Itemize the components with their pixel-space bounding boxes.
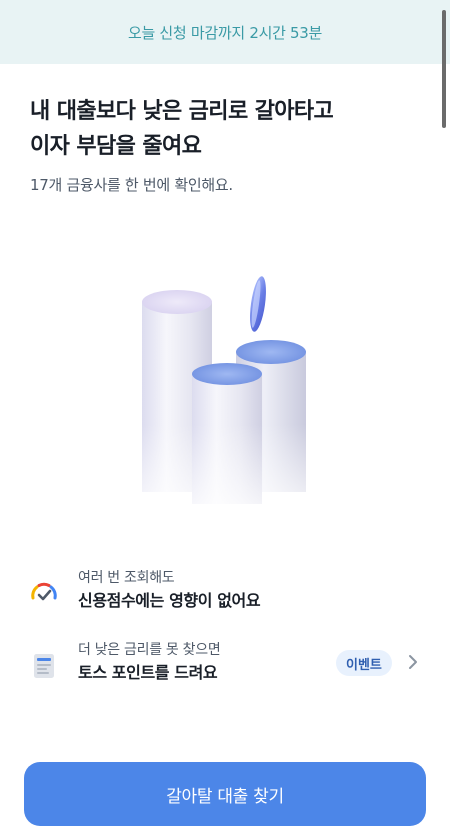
feature-credit-score-text: 여러 번 조회해도 신용점수에는 영향이 없어요 (78, 568, 261, 614)
document-icon (34, 654, 54, 678)
credit-score-gauge-icon (31, 582, 57, 601)
feature-toss-points[interactable]: 더 낮은 금리를 못 찾으면 토스 포인트를 드려요 이벤트 (28, 638, 428, 690)
chevron-right-icon[interactable] (406, 652, 420, 672)
page-title-line2: 이자 부담을 줄여요 (30, 134, 202, 159)
deadline-banner-text: 오늘 신청 마감까지 2시간 53분 (127, 23, 323, 42)
event-badge: 이벤트 (336, 650, 392, 676)
page-title-line1: 내 대출보다 낮은 금리로 갈아타고 (30, 99, 334, 124)
feature-toss-points-main: 토스 포인트를 드려요 (78, 663, 218, 682)
find-loan-button[interactable]: 갈아탈 대출 찾기 (24, 762, 426, 826)
page-subtitle: 17개 금융사를 한 번에 확인해요. (30, 176, 233, 194)
feature-toss-points-text: 더 낮은 금리를 못 찾으면 토스 포인트를 드려요 (78, 640, 221, 686)
feature-credit-score: 여러 번 조회해도 신용점수에는 영향이 없어요 (28, 566, 428, 618)
page-title: 내 대출보다 낮은 금리로 갈아타고 이자 부담을 줄여요 (30, 94, 420, 164)
feature-toss-points-sub: 더 낮은 금리를 못 찾으면 (78, 642, 221, 658)
deadline-banner: 오늘 신청 마감까지 2시간 53분 (0, 0, 450, 64)
feature-credit-score-sub: 여러 번 조회해도 (78, 570, 175, 586)
coin-cylinders-illustration (130, 276, 320, 524)
feature-credit-score-main: 신용점수에는 영향이 없어요 (78, 591, 261, 610)
find-loan-button-label: 갈아탈 대출 찾기 (166, 786, 284, 807)
scrollbar[interactable] (442, 10, 446, 128)
